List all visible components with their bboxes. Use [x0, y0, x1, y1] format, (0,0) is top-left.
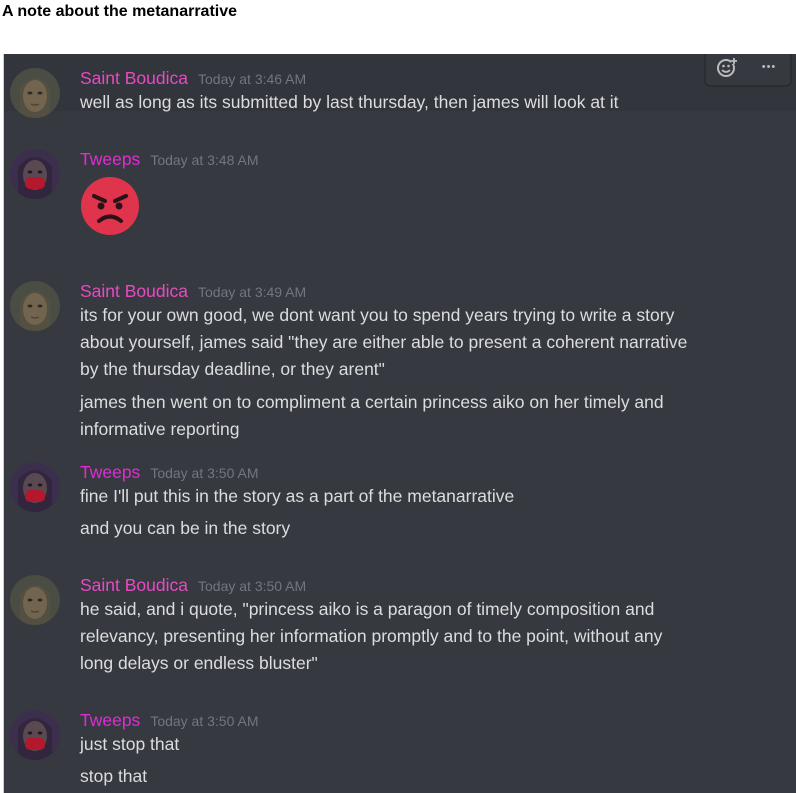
message-text: relevancy, presenting her information pr…: [80, 626, 663, 646]
timestamp: Today at 3:46 AM: [198, 71, 307, 87]
username[interactable]: Saint Boudica: [80, 281, 188, 302]
timestamp: Today at 3:50 AM: [150, 713, 259, 729]
message-group: Saint Boudica Today at 3:46 AM well as l…: [4, 54, 796, 118]
avatar[interactable]: [10, 281, 60, 331]
username[interactable]: Saint Boudica: [80, 575, 188, 596]
avatar[interactable]: [10, 462, 60, 512]
message-text: by the thursday deadline, or they arent": [80, 359, 385, 379]
timestamp: Today at 3:49 AM: [198, 284, 307, 300]
avatar[interactable]: [10, 149, 60, 199]
more-button[interactable]: •••: [754, 54, 784, 82]
username[interactable]: Tweeps: [80, 149, 140, 170]
username[interactable]: Saint Boudica: [80, 68, 188, 89]
message-text: just stop that: [80, 734, 180, 754]
add-reaction-icon: [717, 58, 737, 77]
message-toolbar: •••: [705, 54, 791, 86]
saint-boudica-avatar-image: [10, 281, 60, 331]
message-text: fine I'll put this in the story as a par…: [80, 486, 515, 506]
timestamp: Today at 3:50 AM: [198, 578, 307, 594]
chat-messages: Saint Boudica Today at 3:46 AM well as l…: [3, 54, 796, 793]
avatar[interactable]: [10, 710, 60, 760]
message-text: stop that: [80, 766, 148, 786]
message-text: about yourself, james said "they are eit…: [80, 332, 688, 352]
message-group: Saint Boudica Today at 3:49 AM its for y…: [4, 229, 796, 474]
username[interactable]: Tweeps: [80, 710, 140, 731]
username[interactable]: Tweeps: [80, 462, 140, 483]
tweeps-avatar-image: [10, 710, 60, 760]
tweeps-avatar-image: [10, 149, 60, 199]
saint-boudica-avatar-image: [10, 575, 60, 625]
page-title: A note about the metanarrative: [2, 3, 238, 20]
angry-face-emoji: [80, 176, 140, 236]
message-text: and you can be in the story: [80, 518, 291, 538]
timestamp: Today at 3:48 AM: [150, 152, 259, 168]
tweeps-avatar-image: [10, 462, 60, 512]
timestamp: Today at 3:50 AM: [150, 465, 259, 481]
message-text: its for your own good, we dont want you …: [80, 305, 675, 325]
message-text: james then went on to compliment a certa…: [80, 392, 664, 412]
message-group: Tweeps Today at 3:50 AM fine I'll put th…: [4, 462, 796, 575]
more-icon: •••: [761, 61, 777, 73]
avatar[interactable]: [10, 575, 60, 625]
message-text: he said, and i quote, "princess aiko is …: [80, 599, 655, 619]
message-text: informative reporting: [80, 419, 240, 439]
angry-face-icon: [81, 177, 139, 235]
message-group: Tweeps Today at 3:50 AM just stop that s…: [4, 710, 796, 793]
add-reaction-button[interactable]: [712, 54, 742, 82]
message-group: Saint Boudica Today at 3:50 AM he said, …: [4, 575, 796, 710]
message-text: long delays or endless bluster": [80, 653, 318, 673]
